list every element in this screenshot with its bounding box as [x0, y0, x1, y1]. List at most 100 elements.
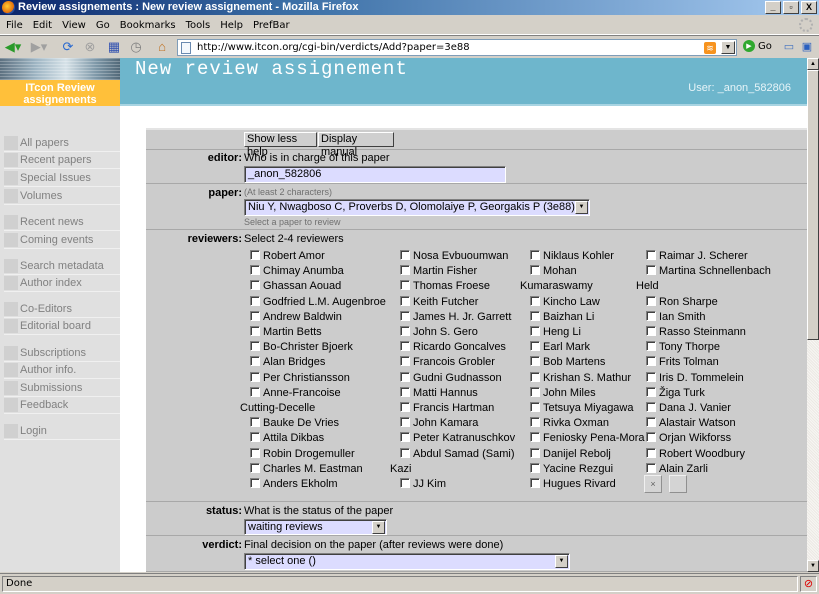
reviewer-checkbox[interactable]	[400, 478, 410, 488]
reviewer-checkbox-item[interactable]: Godfried L.M. Augenbroe	[250, 295, 386, 309]
menu-go[interactable]: Go	[91, 16, 115, 35]
reviewer-checkbox[interactable]	[646, 402, 656, 412]
reviewer-checkbox[interactable]	[646, 447, 656, 458]
sidebar-item-special-issues[interactable]: Special Issues	[4, 170, 120, 187]
reviewer-checkbox[interactable]	[250, 265, 260, 276]
reviewer-checkbox[interactable]	[646, 386, 656, 397]
reviewer-checkbox[interactable]	[646, 417, 656, 428]
reviewer-checkbox-item[interactable]: Charles M. Eastman	[250, 462, 363, 476]
reviewer-checkbox[interactable]	[530, 386, 540, 397]
reviewer-checkbox-item[interactable]: Frits Tolman	[646, 355, 719, 369]
reviewer-checkbox[interactable]	[250, 326, 260, 336]
reviewer-checkbox-item[interactable]: Heng Li	[530, 325, 581, 339]
sidebar-item-author-index[interactable]: Author index	[4, 275, 120, 292]
sidebar-item-login[interactable]: Login	[4, 423, 120, 440]
reviewer-checkbox[interactable]	[400, 417, 410, 428]
reviewer-checkbox-item[interactable]: Ghassan Aouad	[250, 279, 341, 293]
scroll-up-button[interactable]: ▲	[807, 58, 819, 70]
reviewer-checkbox[interactable]	[250, 417, 260, 428]
reviewer-checkbox-item[interactable]: Rivka Oxman	[530, 416, 609, 430]
reviewer-checkbox-item[interactable]: Abdul Samad (Sami)	[400, 447, 515, 461]
paper-select[interactable]: Niu Y, Nwagboso C, Proverbs D, Olomolaiy…	[244, 199, 590, 216]
reviewer-checkbox-item[interactable]: Martina Schnellenbach	[646, 264, 771, 278]
reviewer-checkbox-item[interactable]: Martin Fisher	[400, 264, 477, 278]
reviewer-checkbox-item[interactable]: Ricardo Goncalves	[400, 340, 506, 354]
reviewer-checkbox-item[interactable]: Orjan Wikforss	[646, 431, 731, 445]
reviewer-checkbox[interactable]	[250, 478, 260, 488]
reviewer-checkbox[interactable]	[646, 341, 656, 352]
url-text[interactable]: http://www.itcon.org/cgi-bin/verdicts/Ad…	[197, 40, 470, 55]
reviewer-checkbox-item[interactable]: Francis Hartman	[400, 401, 494, 415]
reviewer-checkbox[interactable]	[250, 462, 260, 473]
sidebar-item-author-info[interactable]: Author info.	[4, 362, 120, 379]
reload-icon[interactable]: ⟳	[60, 39, 76, 55]
reviewer-checkbox[interactable]	[646, 310, 656, 321]
reviewer-checkbox[interactable]	[250, 341, 260, 352]
reviewer-checkbox-item[interactable]: Danijel Rebolj	[530, 447, 611, 461]
reviewer-checkbox[interactable]	[530, 310, 540, 321]
reviewer-checkbox[interactable]	[400, 356, 410, 367]
menu-view[interactable]: View	[57, 16, 91, 35]
reviewer-checkbox[interactable]	[400, 280, 410, 291]
reviewer-checkbox-item[interactable]: Baizhan Li	[530, 310, 594, 324]
site-logo[interactable]: ITcon Review assignements	[0, 58, 120, 106]
reviewer-checkbox[interactable]	[646, 432, 656, 443]
reviewer-checkbox-item[interactable]: Per Christiansson	[250, 371, 350, 385]
reviewer-checkbox[interactable]	[400, 310, 410, 321]
reviewer-checkbox-item[interactable]: Francois Grobler	[400, 355, 495, 369]
reviewer-checkbox-item[interactable]: Anne-Francoise	[250, 386, 341, 400]
stop-icon[interactable]: ⊗	[82, 39, 98, 55]
reviewer-checkbox-item[interactable]: Niklaus Kohler	[530, 249, 614, 263]
reviewer-checkbox[interactable]	[530, 250, 540, 260]
reviewer-checkbox[interactable]	[530, 402, 540, 412]
reviewer-checkbox[interactable]	[400, 371, 410, 382]
reviewer-checkbox[interactable]	[400, 432, 410, 443]
reviewer-checkbox-item[interactable]: Žiga Turk	[646, 386, 705, 400]
reviewer-checkbox[interactable]	[400, 402, 410, 412]
reviewer-checkbox[interactable]	[530, 341, 540, 352]
sidebar-item-feedback[interactable]: Feedback	[4, 397, 120, 414]
reviewer-checkbox-item[interactable]: Alastair Watson	[646, 416, 736, 430]
reviewer-checkbox-item[interactable]: Feniosky Pena-Mora	[530, 431, 645, 445]
reviewer-checkbox-item[interactable]: Alan Bridges	[250, 355, 325, 369]
reviewer-checkbox[interactable]	[646, 265, 656, 276]
bookmarks-icon[interactable]: ▦	[106, 39, 122, 55]
reviewer-checkbox-item[interactable]: Mohan	[530, 264, 577, 278]
clear-selection-button[interactable]: ×	[644, 475, 662, 493]
back-icon[interactable]: ◀▾	[2, 39, 24, 55]
display-manual-button[interactable]: Display manual	[318, 132, 394, 158]
reviewer-checkbox-item[interactable]: Tetsuya Miyagawa	[530, 401, 634, 415]
reviewer-checkbox-item[interactable]: Robin Drogemuller	[250, 447, 355, 461]
reviewer-checkbox[interactable]	[250, 356, 260, 367]
reviewer-checkbox-item[interactable]: Chimay Anumba	[250, 264, 344, 278]
sidebar-item-all-papers[interactable]: All papers	[4, 135, 120, 152]
rss-icon[interactable]: ≋	[704, 42, 716, 54]
reviewer-checkbox[interactable]	[646, 356, 656, 367]
reviewer-checkbox[interactable]	[530, 295, 540, 306]
reviewer-checkbox-item[interactable]: Keith Futcher	[400, 295, 478, 309]
reviewer-checkbox[interactable]	[530, 356, 540, 367]
new-tab-icon[interactable]: ▣	[800, 39, 814, 55]
home-icon[interactable]: ⌂	[154, 39, 170, 55]
sidebar-item-volumes[interactable]: Volumes	[4, 188, 120, 205]
reviewer-checkbox[interactable]	[530, 371, 540, 382]
reviewer-checkbox[interactable]	[400, 447, 410, 458]
reviewer-checkbox-item[interactable]: Attila Dikbas	[250, 431, 324, 445]
minimize-button[interactable]: _	[765, 1, 781, 14]
sidebar-item-search-metadata[interactable]: Search metadata	[4, 258, 120, 275]
close-button[interactable]: X	[801, 1, 817, 14]
reviewer-checkbox[interactable]	[646, 326, 656, 336]
go-button[interactable]: ▶ Go	[743, 39, 772, 55]
reviewer-checkbox-item[interactable]: Nosa Evbuoumwan	[400, 249, 508, 263]
sidebar-item-recent-papers[interactable]: Recent papers	[4, 152, 120, 169]
reviewer-checkbox[interactable]	[250, 250, 260, 260]
reviewer-checkbox-item[interactable]: John S. Gero	[400, 325, 478, 339]
vertical-scrollbar[interactable]: ▲ ▼	[807, 58, 819, 572]
reviewer-checkbox[interactable]	[530, 326, 540, 336]
reviewer-checkbox[interactable]	[530, 462, 540, 473]
menu-bookmarks[interactable]: Bookmarks	[115, 16, 181, 35]
sidebar-item-co-editors[interactable]: Co-Editors	[4, 301, 120, 318]
reviewer-checkbox-item[interactable]: Robert Amor	[250, 249, 325, 263]
reviewer-checkbox-item[interactable]: Gudni Gudnasson	[400, 371, 502, 385]
reviewer-checkbox[interactable]	[646, 371, 656, 382]
